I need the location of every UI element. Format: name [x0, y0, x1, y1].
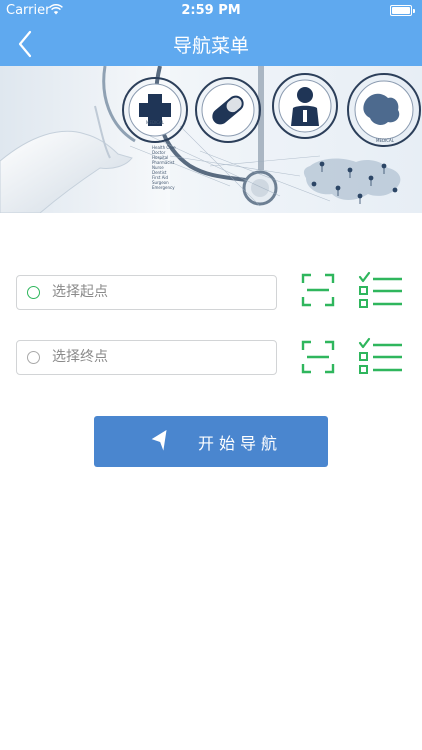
globe-icon: [347, 73, 421, 147]
scan-icon: [301, 273, 335, 307]
world-map-graphic: [303, 158, 401, 204]
start-navigation-button[interactable]: 开始导航: [94, 416, 328, 467]
start-point-input[interactable]: [52, 276, 267, 308]
end-point-field[interactable]: [16, 340, 277, 375]
start-point-marker-icon: [27, 286, 40, 299]
start-scan-button[interactable]: [301, 273, 335, 307]
start-list-button[interactable]: [358, 271, 404, 311]
navigation-bar: 导航菜单: [0, 22, 422, 66]
svg-text:Emergency: Emergency: [152, 185, 175, 190]
start-point-field[interactable]: [16, 275, 277, 310]
end-point-marker-icon: [27, 351, 40, 364]
end-scan-button[interactable]: [301, 340, 335, 374]
battery-icon: [390, 5, 415, 16]
start-navigation-label: 开始导航: [198, 434, 283, 453]
end-list-button[interactable]: [358, 337, 404, 377]
doctor-icon: [272, 73, 338, 139]
status-bar: Carrier 2:59 PM: [0, 0, 422, 22]
status-time: 2:59 PM: [181, 3, 241, 18]
pill-icon: [195, 77, 261, 143]
checklist-icon: [358, 271, 402, 308]
end-point-input[interactable]: [52, 341, 267, 373]
medical-banner: MEDICAL MEDICAL Health Care Doctor Hospi…: [0, 66, 422, 213]
navigation-arrow-icon: [151, 430, 167, 451]
checklist-icon: [358, 337, 402, 374]
medical-banner-illustration: MEDICAL MEDICAL Health Care Doctor Hospi…: [0, 66, 421, 213]
page-title: 导航菜单: [172, 35, 249, 57]
medical-cross-icon: [122, 77, 188, 143]
scan-icon: [301, 340, 335, 374]
svg-text:MEDICAL: MEDICAL: [146, 120, 165, 125]
svg-text:MEDICAL: MEDICAL: [376, 138, 395, 143]
